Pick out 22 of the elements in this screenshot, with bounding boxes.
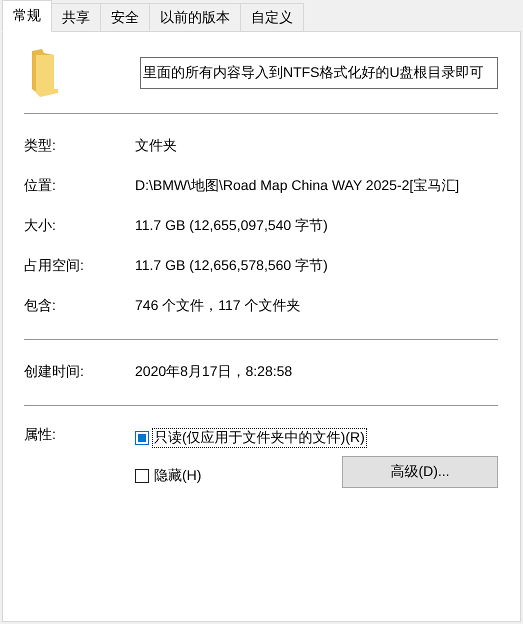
field-label: 类型: <box>24 137 57 155</box>
field-value: 11.7 GB (12,655,097,540 字节) <box>135 217 328 235</box>
field-value: D:\BMW\地图\Road Map China WAY 2025-2[宝马汇] <box>135 177 460 195</box>
folder-icon <box>32 48 58 96</box>
field-value: 746 个文件，117 个文件夹 <box>135 297 300 315</box>
field-label: 属性: <box>24 426 57 444</box>
tab[interactable]: 自定义 <box>240 3 304 31</box>
field-label: 创建时间: <box>24 363 85 381</box>
checkbox[interactable] <box>135 431 149 445</box>
field-label: 大小: <box>24 217 57 235</box>
field-label: 占用空间: <box>24 257 85 275</box>
name-field[interactable]: 里面的所有内容导入到NTFS格式化好的U盘根目录即可 <box>140 56 498 88</box>
checkbox[interactable] <box>135 469 149 483</box>
tab[interactable]: 常规 <box>2 0 52 32</box>
checkbox-label[interactable]: 隐藏(H) <box>153 467 202 485</box>
advanced-button[interactable]: 高级(D)... <box>342 456 498 488</box>
field-value: 2020年8月17日，8:28:58 <box>135 363 292 381</box>
field-value: 文件夹 <box>135 137 177 155</box>
field-label: 位置: <box>24 177 57 195</box>
checkbox-label[interactable]: 只读(仅应用于文件夹中的文件)(R) <box>153 429 366 447</box>
field-label: 包含: <box>24 297 57 315</box>
field-value: 11.7 GB (12,656,578,560 字节) <box>135 257 328 275</box>
